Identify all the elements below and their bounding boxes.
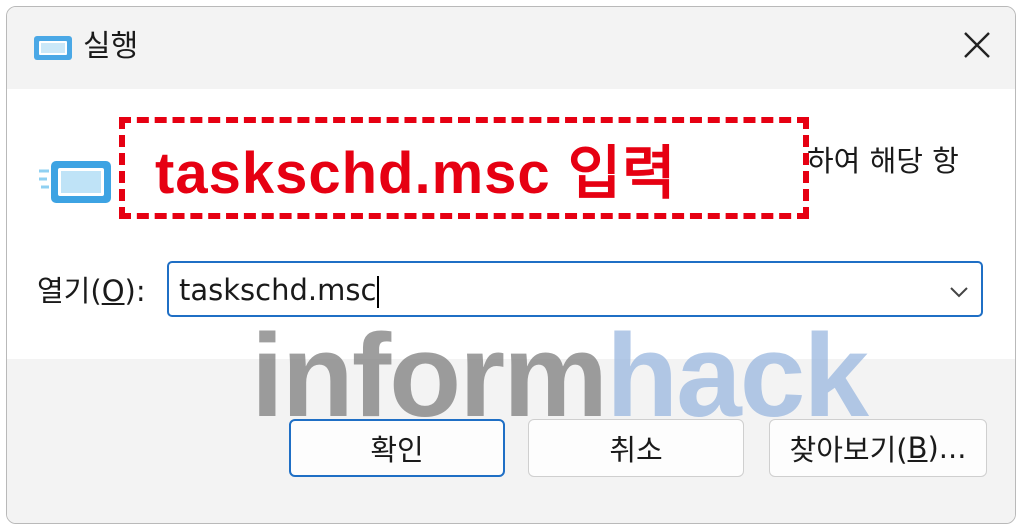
description-text: 하여 해당 항 <box>807 144 959 178</box>
browse-accel-key: B <box>907 431 928 465</box>
ok-button[interactable]: 확인 <box>289 419 505 477</box>
open-field-label: 열기(O): <box>37 274 146 308</box>
open-input[interactable]: taskschd.msc <box>179 270 380 310</box>
browse-button[interactable]: 찾아보기(B)... <box>769 419 987 477</box>
open-combobox[interactable]: taskschd.msc <box>167 261 983 317</box>
close-icon <box>962 30 992 64</box>
window-title: 실행 <box>83 29 139 64</box>
cancel-button[interactable]: 취소 <box>528 419 744 477</box>
open-accel-key: O <box>101 274 125 308</box>
run-dialog-icon <box>33 35 73 65</box>
annotation-text: taskschd.msc 입력 <box>155 141 677 206</box>
chevron-down-icon[interactable] <box>945 277 973 305</box>
title-bar[interactable]: 실행 <box>7 7 1015 89</box>
run-dialog: 실행 하여 해당 항 taskschd.msc 입력 열기(O): tasksc… <box>6 6 1016 524</box>
text-caret <box>377 276 380 308</box>
annotation-box: taskschd.msc 입력 <box>119 117 809 219</box>
close-button[interactable] <box>955 25 999 69</box>
run-program-icon <box>39 157 115 213</box>
